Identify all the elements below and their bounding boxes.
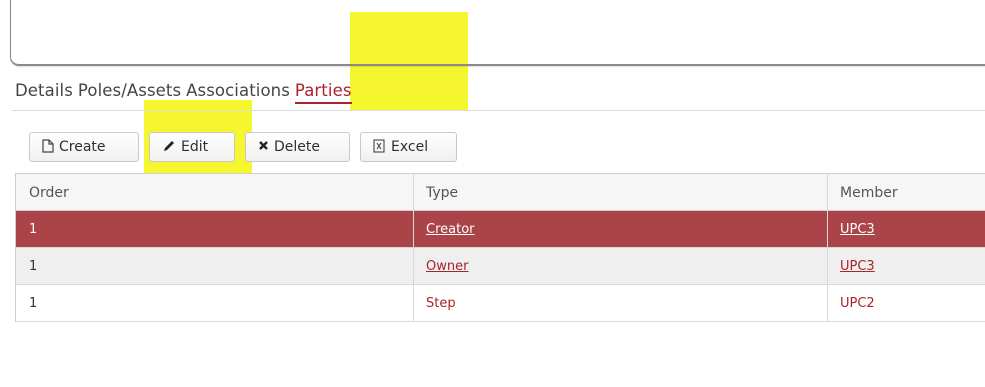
type-link[interactable]: Owner bbox=[426, 259, 468, 274]
tab-divider bbox=[12, 110, 985, 111]
member-link[interactable]: UPC2 bbox=[840, 296, 875, 311]
x-icon bbox=[258, 140, 269, 154]
table-row[interactable]: 1 Creator UPC3 bbox=[16, 211, 985, 248]
column-header-order[interactable]: Order bbox=[16, 174, 414, 210]
delete-button-label: Delete bbox=[274, 139, 320, 155]
toolbar: Create Edit Delete Excel bbox=[29, 132, 467, 162]
edit-button-label: Edit bbox=[181, 139, 209, 155]
excel-button[interactable]: Excel bbox=[360, 132, 457, 162]
member-cell: UPC3 bbox=[828, 211, 985, 247]
tab-poles-assets[interactable]: Poles/Assets bbox=[78, 80, 181, 104]
tab-details[interactable]: Details bbox=[15, 80, 73, 104]
order-cell: 1 bbox=[16, 211, 414, 247]
create-button-label: Create bbox=[59, 139, 106, 155]
tab-parties[interactable]: Parties bbox=[294, 80, 352, 104]
grid-header: Order Type Member bbox=[16, 173, 985, 211]
top-panel bbox=[10, 0, 985, 66]
column-header-member[interactable]: Member bbox=[828, 174, 985, 210]
table-row[interactable]: 1 Step UPC2 bbox=[16, 285, 985, 322]
tab-associations[interactable]: Associations bbox=[186, 80, 290, 104]
type-cell: Owner bbox=[414, 248, 828, 284]
delete-button[interactable]: Delete bbox=[245, 132, 350, 162]
column-header-type[interactable]: Type bbox=[414, 174, 828, 210]
table-row[interactable]: 1 Owner UPC3 bbox=[16, 248, 985, 285]
document-icon bbox=[42, 138, 54, 156]
pencil-icon bbox=[162, 139, 176, 156]
type-link[interactable]: Creator bbox=[426, 222, 475, 237]
tab-bar: Details Poles/Assets Associations Partie… bbox=[15, 80, 357, 104]
order-cell: 1 bbox=[16, 248, 414, 284]
type-link[interactable]: Step bbox=[426, 296, 456, 311]
member-cell: UPC3 bbox=[828, 248, 985, 284]
edit-button[interactable]: Edit bbox=[149, 132, 235, 162]
member-link[interactable]: UPC3 bbox=[840, 259, 875, 274]
order-cell: 1 bbox=[16, 285, 414, 321]
type-cell: Creator bbox=[414, 211, 828, 247]
excel-button-label: Excel bbox=[391, 139, 429, 155]
member-cell: UPC2 bbox=[828, 285, 985, 321]
create-button[interactable]: Create bbox=[29, 132, 139, 162]
parties-grid: Order Type Member 1 Creator UPC3 1 Owner… bbox=[15, 173, 985, 322]
excel-icon bbox=[373, 138, 386, 156]
type-cell: Step bbox=[414, 285, 828, 321]
member-link[interactable]: UPC3 bbox=[840, 222, 875, 237]
